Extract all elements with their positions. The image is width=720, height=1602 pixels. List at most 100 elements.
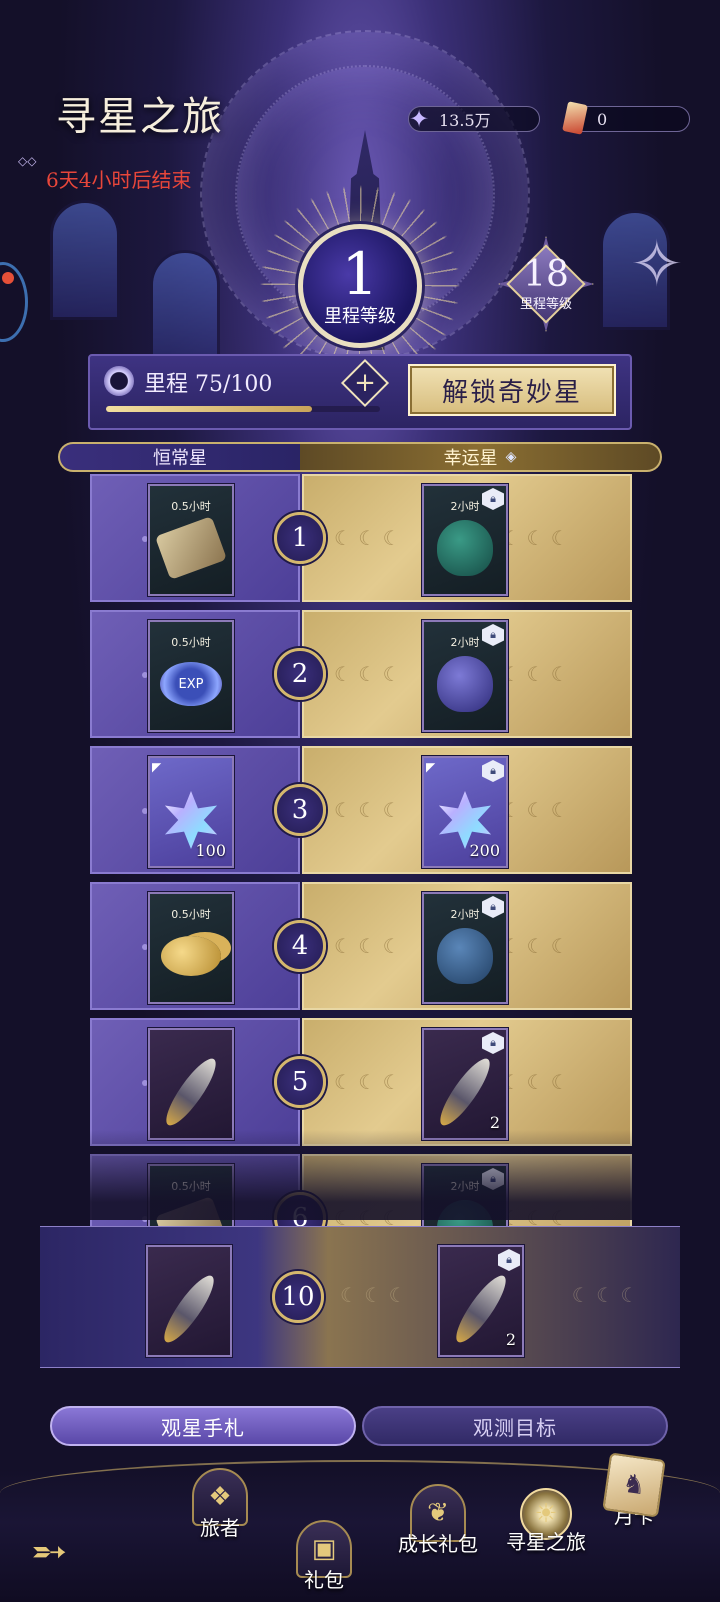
exp-orb-icon: EXP xyxy=(158,652,224,716)
premium-reward-card[interactable]: 🔒︎2小时 xyxy=(422,892,508,1004)
reward-row: ◤ 100 🔒︎ ◤ 200 3 xyxy=(90,746,632,874)
nav-journey-label: 寻星之旅 xyxy=(506,1530,586,1554)
premium-track-cell: 🔒︎2小时 xyxy=(302,474,632,602)
premium-track-label: 幸运星 xyxy=(443,448,498,469)
plus-icon: + xyxy=(354,368,376,398)
nav-growth-pack[interactable]: ❦ 成长礼包 xyxy=(398,1484,478,1557)
lock-icon: 🔒︎ xyxy=(498,1249,520,1271)
exp-orb-icon-shape: EXP xyxy=(160,662,222,706)
free-track-cell xyxy=(90,1018,300,1146)
coins-icon-shape xyxy=(161,936,221,976)
ornament-icon: ◇◇ xyxy=(18,154,37,168)
free-track-cell: 0.5小时 EXP xyxy=(90,610,300,738)
featured-free-reward[interactable] xyxy=(146,1245,232,1357)
feather-icon xyxy=(432,1052,498,1132)
feather-icon xyxy=(158,1052,224,1132)
mileage-progress-fill xyxy=(106,406,312,412)
free-reward-card[interactable]: ◤ 100 xyxy=(148,756,234,868)
corner-ornament-icon: ◤ xyxy=(426,760,436,774)
premium-track-cell: 🔒︎2小时 xyxy=(302,610,632,738)
premium-track-cell: 🔒︎ ◤ 200 xyxy=(302,746,632,874)
free-reward-card[interactable]: 0.5小时 xyxy=(148,484,234,596)
reward-duration: 0.5小时 xyxy=(171,500,211,513)
event-countdown: 6天4小时后结束 xyxy=(46,168,192,192)
nav-growth-label: 成长礼包 xyxy=(398,1532,478,1556)
free-track-cell: ◤ 100 xyxy=(90,746,300,874)
mileage-orb-icon xyxy=(104,366,134,396)
reward-qty: 100 xyxy=(195,841,226,860)
card-icon: ♞ xyxy=(602,1452,666,1518)
reward-row: 0.5小时 EXP 🔒︎2小时 2 xyxy=(90,610,632,738)
notification-dot xyxy=(2,272,14,284)
ticket-currency-value: 0 xyxy=(597,109,608,129)
level-label: 里程等级 xyxy=(324,306,396,327)
premium-track-cell: 🔒︎2小时 xyxy=(302,882,632,1010)
list-fade xyxy=(0,1130,720,1220)
premium-reward-card[interactable]: 🔒︎ ◤ 200 xyxy=(422,756,508,868)
free-track-cell: 0.5小时 xyxy=(90,882,300,1010)
nav-gift[interactable]: ▣ 礼包 xyxy=(296,1520,352,1593)
level-number: 1 xyxy=(341,240,379,308)
nav-gift-label: 礼包 xyxy=(304,1568,344,1592)
max-level-label: 里程等级 xyxy=(519,296,572,312)
four-point-star-icon: ✧ xyxy=(630,228,684,302)
coins-icon xyxy=(158,924,224,988)
reward-row: 0.5小时 🔒︎2小时 4 xyxy=(90,882,632,1010)
ticket-currency[interactable]: 0 xyxy=(562,101,690,135)
reward-row: 🔒︎2 5 xyxy=(90,1018,632,1146)
feather-icon xyxy=(448,1269,514,1349)
reward-row: 0.5小时 🔒︎2小时 1 xyxy=(90,474,632,602)
level-badge: 3 xyxy=(274,784,326,836)
feather-icon-shape xyxy=(433,1052,497,1132)
lock-icon: 🔒︎ xyxy=(482,1032,504,1054)
lock-icon: 🔒︎ xyxy=(482,760,504,782)
featured-premium-reward[interactable]: 🔒︎ 2 xyxy=(438,1245,524,1357)
level-badge: 1 xyxy=(274,512,326,564)
free-reward-card[interactable]: 0.5小时 xyxy=(148,892,234,1004)
pouch-icon xyxy=(432,516,498,580)
feather-icon-shape xyxy=(159,1052,223,1132)
reward-qty: 2 xyxy=(505,1330,516,1349)
featured-level-badge: 10 xyxy=(272,1271,324,1323)
star-currency[interactable]: ✦ 13.5万 xyxy=(408,105,540,133)
back-arrow-icon[interactable]: ➵ xyxy=(14,1524,84,1578)
tab-observation-target[interactable]: 观测目标 xyxy=(362,1406,668,1446)
free-track-label: 恒常星 xyxy=(58,442,300,472)
mileage-text: 里程 75/100 xyxy=(144,372,273,397)
featured-reward-row: 10 🔒︎ 2 xyxy=(40,1226,680,1368)
premium-reward-card[interactable]: 🔒︎2 xyxy=(422,1028,508,1140)
unlock-premium-button[interactable]: 解锁奇妙星 xyxy=(408,364,616,416)
reward-duration: 2小时 xyxy=(450,636,480,649)
scroll-icon-shape xyxy=(154,516,228,580)
premium-reward-card[interactable]: 🔒︎2小时 xyxy=(422,620,508,732)
premium-reward-card[interactable]: 🔒︎2小时 xyxy=(422,484,508,596)
nav-star-journey[interactable]: ☀ 寻星之旅 xyxy=(506,1488,586,1555)
reward-duration: 0.5小时 xyxy=(171,636,211,649)
add-mileage-button[interactable]: + xyxy=(340,358,390,408)
tab-star-journal[interactable]: 观星手札 xyxy=(50,1406,356,1446)
reward-qty: 200 xyxy=(469,841,500,860)
corner-ornament-icon: ◤ xyxy=(152,760,162,774)
scroll-icon xyxy=(154,516,228,580)
free-reward-card[interactable]: 0.5小时 EXP xyxy=(148,620,234,732)
nav-monthly-card[interactable]: ♞ 月卡 xyxy=(602,1452,666,1529)
nav-traveler[interactable]: ❖ 旅者 xyxy=(192,1468,248,1541)
background-window xyxy=(150,250,220,370)
feather-icon xyxy=(156,1269,222,1349)
pouch-icon-shape xyxy=(437,928,493,984)
lock-icon: ◈ xyxy=(505,449,517,465)
nav-traveler-label: 旅者 xyxy=(200,1516,240,1540)
premium-track-cell: 🔒︎2 xyxy=(302,1018,632,1146)
pouch-icon xyxy=(432,924,498,988)
premium-track-header: 幸运星 ◈ xyxy=(300,442,662,472)
track-header: 恒常星 幸运星 ◈ xyxy=(58,442,662,472)
star-icon: ✦ xyxy=(408,105,430,133)
reward-duration: 2小时 xyxy=(450,908,480,921)
reward-duration: 0.5小时 xyxy=(171,908,211,921)
level-badge: 2 xyxy=(274,648,326,700)
max-level-badge[interactable]: 18 里程等级 xyxy=(498,236,594,332)
level-medallion: 1 里程等级 xyxy=(298,224,422,348)
background-window xyxy=(50,200,120,320)
free-track-cell: 0.5小时 xyxy=(90,474,300,602)
free-reward-card[interactable] xyxy=(148,1028,234,1140)
